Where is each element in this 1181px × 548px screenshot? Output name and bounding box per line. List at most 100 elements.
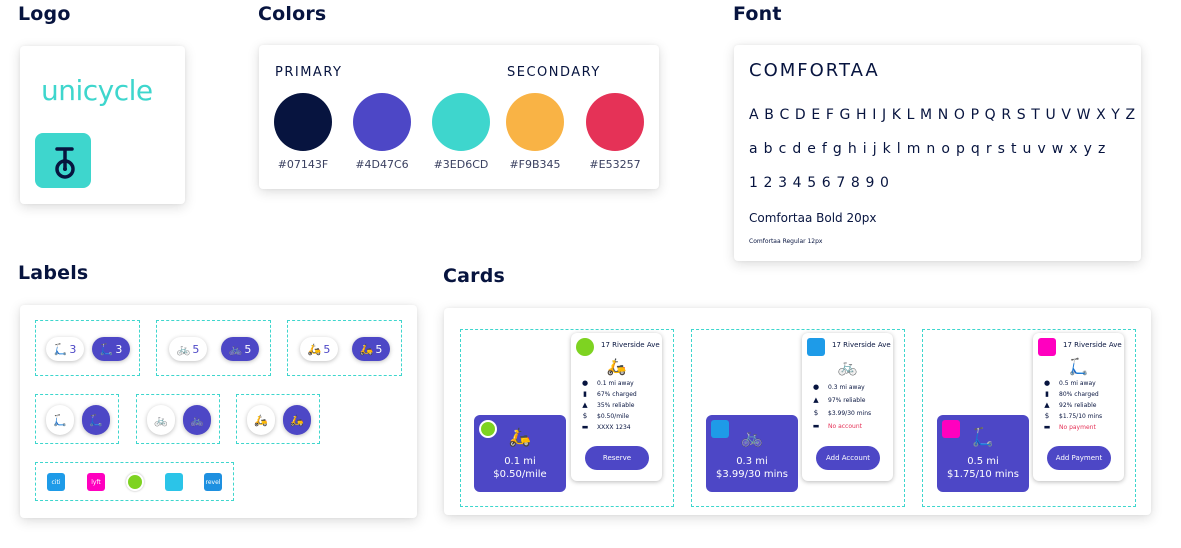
label-group-scooter: 🛴 3 🛴 3: [35, 320, 140, 376]
scooter-icon: 🛴: [89, 413, 103, 427]
detail-row: 92% reliable: [1059, 401, 1097, 409]
add-account-button[interactable]: Add Account: [816, 446, 880, 470]
moped-pin-white[interactable]: 🛵: [247, 405, 275, 435]
scooter-icon: 🛴: [53, 342, 68, 356]
scooter-pin-white[interactable]: 🛴: [46, 405, 74, 435]
reserve-button[interactable]: Reserve: [585, 446, 649, 470]
detail-card: 17 Riverside Ave 🛵 ● 0.1 mi away ▮ 67% cha…: [571, 333, 662, 481]
detail-row: $3.99/30 mins: [828, 409, 872, 417]
pin-group-scooter: 🛴 🛴: [35, 394, 119, 444]
pin-group-bike: 🚲 🚲: [136, 394, 220, 444]
detail-row: 67% charged: [597, 390, 637, 398]
mini-card[interactable]: 🛴 0.5 mi $1.75/10 mins: [937, 415, 1029, 492]
detail-row: $0.50/mile: [597, 412, 630, 420]
battery-icon: ▮: [1045, 390, 1049, 398]
swatch-hex: #F9B345: [509, 158, 561, 171]
bike-count: 5: [244, 342, 252, 356]
logo-wordmark: unicycle: [41, 74, 153, 107]
font-name: COMFORTAA: [749, 60, 880, 81]
unicycle-icon: [55, 146, 75, 179]
scooter-icon: 🛴: [971, 427, 995, 448]
detail-address: 17 Riverside Ave: [1063, 341, 1122, 349]
swatch-hex: #E53257: [589, 158, 641, 171]
swatch-hex: #4D47C6: [355, 158, 409, 171]
detail-row: 0.1 mi away: [597, 379, 634, 387]
bike-icon: 🚲: [228, 342, 243, 356]
detail-row: 0.5 mi away: [1059, 379, 1096, 387]
mini-price: $3.99/30 mins: [716, 469, 788, 480]
font-panel: COMFORTAA A B C D E F G H I J K L M N O …: [734, 45, 1141, 261]
moped-icon: 🛵: [359, 342, 374, 356]
labels-panel: 🛴 3 🛴 3 🚲 5 🚲 5 🛵 5 🛵 5 🛴 🛴 🚲 🚲 🛵 🛵 citi…: [20, 305, 417, 518]
swatch-hex: #3ED6CD: [433, 158, 489, 171]
moped-count: 5: [323, 342, 331, 356]
mini-card[interactable]: 🚲 0.3 mi $3.99/30 mins: [706, 415, 798, 492]
thumbs-up-icon: ▲: [582, 401, 588, 409]
detail-card: 17 Riverside Ave 🚲 ● 0.3 mi away ▲ 97% rel…: [802, 333, 893, 481]
bike-pin-purple[interactable]: 🚲: [183, 405, 211, 435]
bike-icon: 🚲: [176, 342, 191, 356]
lime-logo: [576, 338, 594, 356]
scooter-label-white[interactable]: 🛴 3: [46, 337, 84, 361]
location-pin-icon: ●: [1043, 379, 1051, 387]
credit-card-icon: ▬: [812, 422, 820, 430]
colors-panel: PRIMARY SECONDARY #07143F #4D47C6 #3ED6C…: [259, 45, 659, 189]
bike-pin-white[interactable]: 🚲: [147, 405, 175, 435]
bike-label-purple[interactable]: 🚲 5: [221, 337, 259, 361]
logo-mark: [35, 133, 91, 188]
thumbs-up-icon: ▲: [1044, 401, 1050, 409]
swatch-purple: [353, 93, 411, 151]
swatch-hex: #07143F: [277, 158, 329, 171]
detail-address: 17 Riverside Ave: [601, 341, 660, 349]
scooter-label-purple[interactable]: 🛴 3: [92, 337, 130, 361]
revel-logo: revel: [204, 473, 222, 491]
detail-row: 35% reliable: [597, 401, 635, 409]
moped-icon: 🛵: [307, 342, 322, 356]
card-variant-lime: 🛵 0.1 mi $0.50/mile 17 Riverside Ave 🛵 ●…: [460, 329, 674, 507]
citi-bike-logo: [807, 338, 825, 356]
detail-row: XXXX 1234: [597, 423, 631, 431]
detail-row: 0.3 mi away: [828, 383, 865, 391]
lyft-logo: lyft: [87, 473, 105, 491]
battery-icon: ▮: [583, 390, 587, 398]
jump-logo: [165, 473, 183, 491]
secondary-label: SECONDARY: [507, 65, 601, 80]
bike-icon: 🚲: [740, 427, 764, 448]
swatch-navy: [274, 93, 332, 151]
swatch-red: [586, 93, 644, 151]
font-bold-sample: Comfortaa Bold 20px: [749, 211, 877, 225]
colors-section-title: Colors: [258, 3, 327, 25]
mini-price: $1.75/10 mins: [947, 469, 1019, 480]
moped-icon: 🛵: [508, 427, 532, 448]
citi-bike-logo: citi: [47, 473, 65, 491]
bike-icon: 🚲: [154, 413, 168, 427]
card-variant-citibike: 🚲 0.3 mi $3.99/30 mins 17 Riverside Ave …: [691, 329, 905, 507]
scooter-pin-purple[interactable]: 🛴: [82, 405, 110, 435]
font-digits: 1 2 3 4 5 6 7 8 9 0: [749, 175, 890, 191]
moped-icon: 🛵: [606, 357, 627, 376]
detail-card: 17 Riverside Ave 🛴 ● 0.5 mi away ▮ 80% cha…: [1033, 333, 1124, 481]
cards-panel: 🛵 0.1 mi $0.50/mile 17 Riverside Ave 🛵 ●…: [444, 308, 1151, 515]
moped-label-white[interactable]: 🛵 5: [300, 337, 338, 361]
font-regular-sample: Comfortaa Regular 12px: [749, 238, 823, 245]
bike-count: 5: [192, 342, 200, 356]
style-guide-page: Logo Colors Font Labels Cards unicycle P…: [0, 0, 1181, 548]
mini-card[interactable]: 🛵 0.1 mi $0.50/mile: [474, 415, 566, 492]
location-pin-icon: ●: [581, 379, 589, 387]
moped-pin-purple[interactable]: 🛵: [283, 405, 311, 435]
font-section-title: Font: [733, 3, 782, 25]
mini-distance: 0.5 mi: [967, 456, 999, 467]
add-payment-button[interactable]: Add Payment: [1047, 446, 1111, 470]
scooter-icon: 🛴: [53, 413, 67, 427]
moped-label-purple[interactable]: 🛵 5: [352, 337, 390, 361]
logo-section-title: Logo: [18, 3, 71, 25]
no-payment-warning: No payment: [1059, 423, 1096, 431]
thumbs-up-icon: ▲: [813, 396, 819, 404]
bike-label-white[interactable]: 🚲 5: [169, 337, 207, 361]
logo-panel: unicycle: [20, 46, 185, 204]
detail-row: 97% reliable: [828, 396, 866, 404]
lime-logo: [126, 473, 144, 491]
credit-card-icon: ▬: [581, 423, 589, 431]
detail-row: $1.75/10 mins: [1059, 412, 1103, 420]
bike-icon: 🚲: [190, 413, 204, 427]
